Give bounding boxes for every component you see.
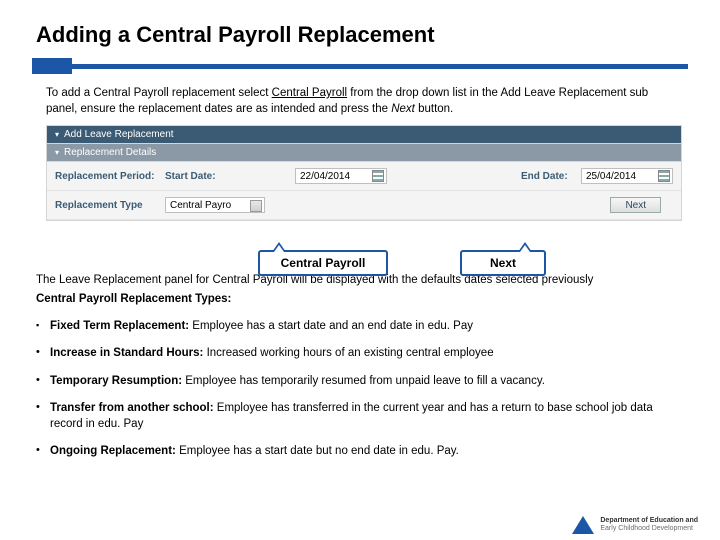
list-item: Fixed Term Replacement: Employee has a s… [36, 313, 682, 341]
callout-central-payroll: Central Payroll [258, 250, 388, 276]
end-date-value: 25/04/2014 [586, 171, 636, 182]
types-list: Fixed Term Replacement: Employee has a s… [36, 313, 682, 466]
types-heading: Central Payroll Replacement Types: [36, 293, 682, 305]
replacement-type-select[interactable]: Central Payro [165, 197, 265, 213]
collapse-icon: ▾ [55, 148, 59, 157]
intro-underlined: Central Payroll [272, 87, 347, 99]
page-title: Adding a Central Payroll Replacement [36, 22, 688, 48]
end-date-input[interactable]: 25/04/2014 [581, 168, 673, 184]
panel-subheader-label: Replacement Details [64, 147, 156, 158]
bullet-title: Increase in Standard Hours: [50, 347, 203, 359]
next-button[interactable]: Next [610, 197, 661, 213]
bullet-title: Ongoing Replacement: [50, 445, 176, 457]
victoria-logo-icon [572, 516, 594, 534]
start-date-input[interactable]: 22/04/2014 [295, 168, 387, 184]
intro-pre: To add a Central Payroll replacement sel… [46, 87, 272, 99]
bullet-desc: Increased working hours of an existing c… [203, 347, 493, 359]
bullet-title: Fixed Term Replacement: [50, 320, 189, 332]
start-date-value: 22/04/2014 [300, 171, 350, 182]
callout-next: Next [460, 250, 546, 276]
app-panel: ▾ Add Leave Replacement ▾ Replacement De… [46, 125, 682, 221]
list-item: Increase in Standard Hours: Increased wo… [36, 340, 682, 368]
intro-italic: Next [391, 103, 415, 115]
row-type: Replacement Type Central Payro Next [47, 191, 681, 220]
panel-header-replacement-details[interactable]: ▾ Replacement Details [47, 144, 681, 162]
intro-post: button. [415, 103, 453, 115]
callout-label: Next [490, 256, 516, 270]
bullet-title: Temporary Resumption: [50, 375, 182, 387]
list-item: Transfer from another school: Employee h… [36, 395, 682, 438]
list-item: Ongoing Replacement: Employee has a star… [36, 438, 682, 466]
collapse-icon: ▾ [55, 130, 59, 139]
panel-header-add-leave[interactable]: ▾ Add Leave Replacement [47, 126, 681, 144]
bullet-desc: Employee has temporarily resumed from un… [182, 375, 545, 387]
label-replacement-type: Replacement Type [55, 200, 165, 211]
bullet-desc: Employee has a start date and an end dat… [189, 320, 473, 332]
dept-line1: Department of Education and [600, 517, 698, 525]
dept-line2: Early Childhood Development [600, 525, 698, 533]
intro-paragraph: To add a Central Payroll replacement sel… [46, 86, 682, 117]
calendar-icon[interactable] [372, 170, 384, 182]
accent-bar [32, 58, 688, 74]
footer-branding: Department of Education and Early Childh… [572, 516, 698, 534]
row-period: Replacement Period: Start Date: 22/04/20… [47, 162, 681, 191]
panel-header-label: Add Leave Replacement [64, 129, 174, 140]
list-item: Temporary Resumption: Employee has tempo… [36, 368, 682, 396]
label-start-date: Start Date: [165, 171, 235, 182]
replacement-type-value: Central Payro [170, 200, 231, 211]
bullet-desc: Employee has a start date but no end dat… [176, 445, 459, 457]
bullet-title: Transfer from another school: [50, 402, 214, 414]
calendar-icon[interactable] [658, 170, 670, 182]
callout-label: Central Payroll [281, 256, 366, 270]
label-replacement-period: Replacement Period: [55, 171, 165, 182]
label-end-date: End Date: [521, 171, 581, 182]
dept-text: Department of Education and Early Childh… [600, 517, 698, 534]
